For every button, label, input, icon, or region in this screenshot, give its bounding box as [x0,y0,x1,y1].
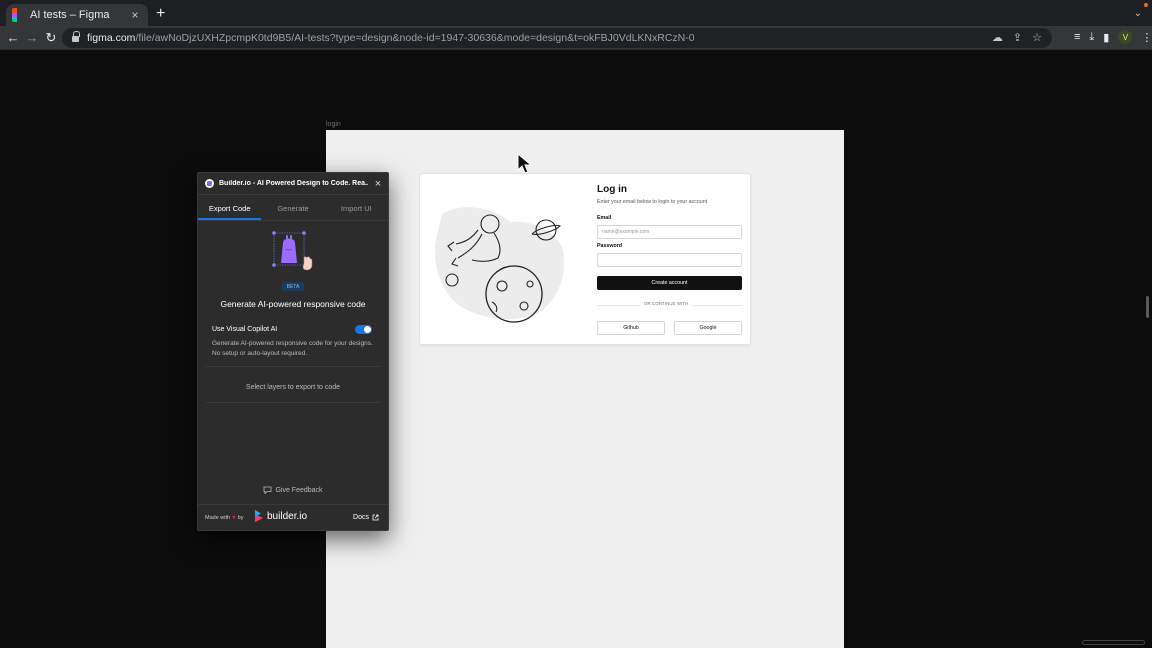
builder-plugin-panel[interactable]: Builder.io - AI Powered Design to Code. … [197,172,389,531]
made-with-text: Made with ♥ by [205,515,244,521]
builder-brand-logo-icon [255,510,263,522]
email-field[interactable]: name@example.com [597,225,742,239]
browser-tab[interactable]: AI tests – Figma × [6,4,148,26]
share-icon[interactable]: ⇪ [1013,31,1022,44]
beta-badge: BETA [282,282,304,291]
back-arrow-icon[interactable]: ← [5,30,21,46]
media-queue-icon[interactable]: ≡ [1074,31,1080,43]
mouse-cursor-icon [517,153,533,174]
login-title: Log in [597,184,627,195]
tab-search-chevron-icon[interactable]: ⌄ [1134,8,1142,19]
side-panel-icon[interactable]: ▮ [1103,31,1109,44]
browser-tab-bar: AI tests – Figma × + ⌄ [0,0,1152,26]
builder-brand-label: builder.io [267,510,308,522]
builder-logo-icon [205,179,214,188]
external-link-icon [372,514,379,521]
visual-copilot-row: Use Visual Copilot AI Generate AI-powere… [206,319,380,367]
reload-icon[interactable]: ↻ [43,30,59,46]
or-continue-with-text: OR CONTINUE WITH [640,301,693,306]
visual-copilot-label: Use Visual Copilot AI [212,326,278,333]
bookmark-star-icon[interactable]: ☆ [1032,31,1042,44]
tab-close-icon[interactable]: × [128,8,142,22]
forward-arrow-icon[interactable]: → [24,30,40,46]
give-feedback-label: Give Feedback [275,486,323,494]
github-button[interactable]: Github [597,321,665,335]
browser-toolbar: ← → ↻ figma.com/file/awNoDjzUXHZpcmpK0td… [0,26,1152,50]
zoom-indicator-bar [1082,640,1145,645]
builder-brand-link[interactable]: builder.io [254,510,307,522]
plugin-footer: Made with ♥ by builder.io Docs [198,504,388,530]
password-label: Password [597,243,623,249]
plugin-header[interactable]: Builder.io - AI Powered Design to Code. … [198,173,388,195]
cloud-icon[interactable]: ☁ [992,31,1003,44]
tab-generate[interactable]: Generate [261,199,324,220]
tab-title: AI tests – Figma [30,9,110,21]
empty-state-text: Select layers to export to code [245,384,341,391]
close-icon[interactable]: × [368,178,388,190]
plugin-tabs: Export Code Generate Import UI [198,199,388,221]
feedback-icon [264,486,272,494]
plugin-title: Builder.io - AI Powered Design to Code. … [219,180,368,187]
visual-copilot-description: Generate AI-powered responsive code for … [212,340,373,357]
give-feedback-link[interactable]: Give Feedback [198,486,388,494]
plugin-heading: Generate AI-powered responsive code [220,299,366,309]
new-tab-button[interactable]: + [156,6,165,22]
password-field[interactable] [597,253,742,267]
profile-avatar[interactable]: V [1118,30,1133,44]
robot-mascot-icon [272,231,313,271]
download-icon[interactable]: ⤓ [1089,31,1094,44]
docs-link[interactable]: Docs [353,514,379,521]
email-label: Email [597,215,612,221]
lock-icon [72,31,80,42]
recording-indicator-icon [1144,3,1148,7]
google-button[interactable]: Google [674,321,742,335]
menu-kebab-icon[interactable]: ⋮ [1141,31,1152,44]
create-account-button[interactable]: Create account [597,276,742,290]
canvas-scrollbar[interactable] [1146,296,1149,318]
login-card[interactable]: Log in Enter your email below to login t… [419,173,751,345]
figma-icon [12,8,22,22]
url-text[interactable]: figma.com/file/awNoDjzUXHZpcmpK0td9B5/AI… [87,32,695,44]
astronaut-illustration [435,207,564,323]
visual-copilot-toggle[interactable] [355,325,372,334]
tab-import-ui[interactable]: Import UI [325,199,388,220]
docs-label: Docs [353,514,369,521]
tab-export-code[interactable]: Export Code [198,199,262,220]
address-bar[interactable]: figma.com/file/awNoDjzUXHZpcmpK0td9B5/AI… [62,28,1052,48]
heart-icon: ♥ [232,515,236,521]
login-subtitle: Enter your email below to login to your … [597,199,708,205]
frame-label[interactable]: login [326,121,341,128]
